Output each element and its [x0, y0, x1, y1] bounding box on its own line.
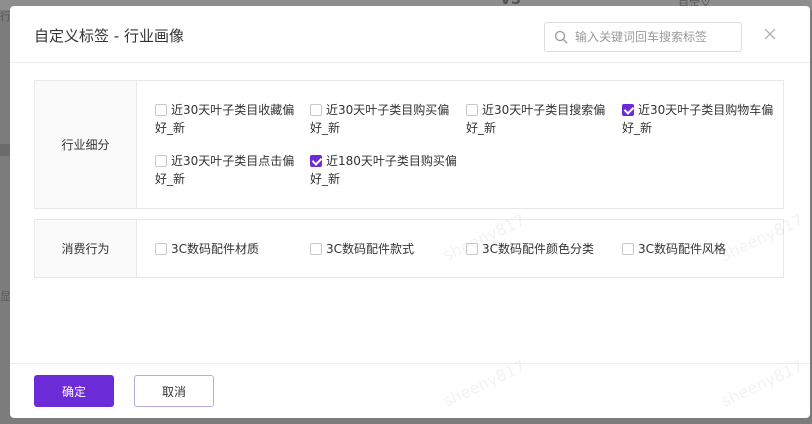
- tag-option-label: 3C数码配件风格: [638, 242, 727, 256]
- tag-option-label: 近30天叶子类目搜索偏好_新: [466, 103, 606, 135]
- tag-option[interactable]: 近30天叶子类目搜索偏好_新: [466, 101, 616, 137]
- tag-option[interactable]: 近30天叶子类目购物车偏好_新: [622, 101, 774, 137]
- tag-option[interactable]: 近180天叶子类目购买偏好_新: [310, 152, 460, 188]
- search-input[interactable]: [575, 23, 735, 51]
- checkbox[interactable]: [622, 243, 634, 255]
- cancel-button[interactable]: 取消: [134, 375, 214, 407]
- checkbox[interactable]: [155, 243, 167, 255]
- section-industry-segment: 行业细分 近30天叶子类目收藏偏好_新 近30天叶子类目购买偏好_新 近30天叶…: [34, 80, 784, 209]
- checkbox[interactable]: [155, 155, 167, 167]
- tag-option-label: 3C数码配件材质: [171, 242, 260, 256]
- section-consumption-behavior: 消费行为 3C数码配件材质 3C数码配件款式 3C数码配件颜色分类 3C数码配件…: [34, 219, 784, 278]
- tag-option-label: 近30天叶子类目点击偏好_新: [155, 154, 295, 186]
- tag-option[interactable]: 3C数码配件材质: [155, 240, 305, 258]
- search-box[interactable]: [544, 22, 742, 52]
- checkbox[interactable]: [155, 104, 167, 116]
- checkbox[interactable]: [310, 243, 322, 255]
- tag-option-label: 近30天叶子类目购买偏好_新: [310, 103, 450, 135]
- checkbox[interactable]: [466, 104, 478, 116]
- background-divider: [0, 144, 10, 156]
- tag-option[interactable]: 近30天叶子类目购买偏好_新: [310, 101, 460, 137]
- tag-option-label: 3C数码配件颜色分类: [482, 242, 595, 256]
- close-icon[interactable]: [762, 26, 778, 42]
- dialog-title: 自定义标签 - 行业画像: [34, 27, 184, 45]
- tag-option-label: 近180天叶子类目购买偏好_新: [310, 154, 457, 186]
- dialog-header: 自定义标签 - 行业画像: [10, 6, 810, 63]
- custom-tag-dialog: 自定义标签 - 行业画像 行业细分 近30天叶子类目收藏偏好_新 近30天叶子类…: [10, 6, 810, 418]
- section-label: 消费行为: [35, 220, 137, 277]
- checkbox[interactable]: [310, 104, 322, 116]
- tag-option[interactable]: 近30天叶子类目收藏偏好_新: [155, 101, 305, 137]
- tag-option-label: 近30天叶子类目购物车偏好_新: [622, 103, 774, 135]
- dialog-footer: 确定 取消: [10, 363, 810, 418]
- tag-option-label: 3C数码配件款式: [326, 242, 415, 256]
- checkbox[interactable]: [466, 243, 478, 255]
- checkbox-checked[interactable]: [310, 155, 322, 167]
- section-label: 行业细分: [35, 81, 137, 208]
- tag-option[interactable]: 近30天叶子类目点击偏好_新: [155, 152, 305, 188]
- tag-option[interactable]: 3C数码配件风格: [622, 240, 772, 258]
- tag-option[interactable]: 3C数码配件颜色分类: [466, 240, 616, 258]
- tag-option-label: 近30天叶子类目收藏偏好_新: [155, 103, 295, 135]
- search-icon: [554, 30, 568, 44]
- checkbox-checked[interactable]: [622, 104, 634, 116]
- tag-option[interactable]: 3C数码配件款式: [310, 240, 460, 258]
- confirm-button[interactable]: 确定: [34, 375, 114, 407]
